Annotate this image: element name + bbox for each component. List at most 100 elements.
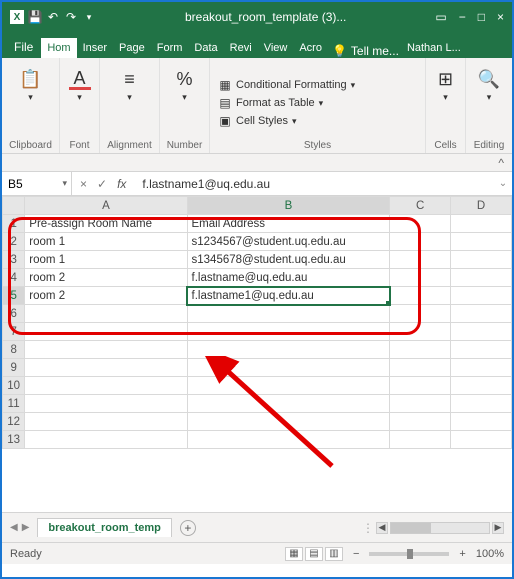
- cell[interactable]: room 1: [25, 233, 187, 251]
- sheet-nav[interactable]: ◀▶: [10, 522, 29, 533]
- tab-acrobat[interactable]: Acro: [293, 38, 328, 58]
- cell[interactable]: [451, 341, 512, 359]
- col-header-a[interactable]: A: [25, 197, 187, 215]
- cell[interactable]: [390, 323, 451, 341]
- tab-page-layout[interactable]: Page: [113, 38, 151, 58]
- zoom-in-button[interactable]: +: [459, 548, 465, 560]
- page-layout-view-icon[interactable]: ▤: [305, 547, 323, 561]
- cell[interactable]: [390, 287, 451, 305]
- row-header[interactable]: 4: [3, 269, 25, 287]
- row-header[interactable]: 9: [3, 359, 25, 377]
- number-button[interactable]: % ▾: [172, 68, 198, 103]
- col-header-d[interactable]: D: [451, 197, 512, 215]
- horizontal-scrollbar[interactable]: ⋮ ◀ ▶: [204, 521, 504, 535]
- tell-me[interactable]: 💡 Tell me...: [328, 44, 403, 58]
- row-header[interactable]: 3: [3, 251, 25, 269]
- tab-review[interactable]: Revi: [224, 38, 258, 58]
- scroll-thumb[interactable]: [391, 523, 431, 533]
- name-box-dropdown-icon[interactable]: ▾: [62, 178, 67, 189]
- cell[interactable]: [187, 377, 390, 395]
- cell[interactable]: [451, 359, 512, 377]
- ribbon-collapse[interactable]: ^: [2, 154, 512, 172]
- tab-home[interactable]: Hom: [41, 38, 76, 58]
- cell[interactable]: [390, 305, 451, 323]
- file-menu[interactable]: File: [6, 36, 41, 58]
- cell[interactable]: [451, 395, 512, 413]
- view-buttons[interactable]: ▦ ▤ ▥: [285, 547, 343, 561]
- fx-icon[interactable]: fx: [117, 177, 126, 191]
- cell[interactable]: [451, 233, 512, 251]
- cell[interactable]: [187, 431, 390, 449]
- font-button[interactable]: A ▾: [67, 68, 93, 103]
- cell[interactable]: [390, 233, 451, 251]
- cell[interactable]: [451, 377, 512, 395]
- cell[interactable]: room 1: [25, 251, 187, 269]
- row-header[interactable]: 8: [3, 341, 25, 359]
- editing-button[interactable]: 🔍 ▾: [476, 68, 502, 103]
- normal-view-icon[interactable]: ▦: [285, 547, 303, 561]
- formula-bar-expand-icon[interactable]: ⌄: [494, 178, 512, 189]
- scroll-track[interactable]: [390, 522, 490, 534]
- accept-formula-icon[interactable]: ✓: [97, 177, 107, 191]
- cell[interactable]: [390, 431, 451, 449]
- row-header[interactable]: 12: [3, 413, 25, 431]
- cell[interactable]: [451, 251, 512, 269]
- minimize-button[interactable]: −: [459, 10, 466, 24]
- alignment-button[interactable]: ≡ ▾: [117, 68, 143, 103]
- cell[interactable]: room 2: [25, 287, 187, 305]
- cell[interactable]: [187, 359, 390, 377]
- format-as-table-button[interactable]: ▤ Format as Table ▾: [218, 95, 323, 111]
- cell[interactable]: [390, 269, 451, 287]
- cell-styles-button[interactable]: ▣ Cell Styles ▾: [218, 113, 297, 129]
- row-header[interactable]: 11: [3, 395, 25, 413]
- cell[interactable]: [25, 395, 187, 413]
- select-all-corner[interactable]: [3, 197, 25, 215]
- col-header-b[interactable]: B: [187, 197, 390, 215]
- maximize-button[interactable]: □: [478, 10, 485, 24]
- cell[interactable]: [25, 305, 187, 323]
- cell[interactable]: [187, 323, 390, 341]
- cell[interactable]: [451, 413, 512, 431]
- close-button[interactable]: ×: [497, 10, 504, 24]
- cell[interactable]: [390, 251, 451, 269]
- cell[interactable]: [390, 395, 451, 413]
- row-header[interactable]: 13: [3, 431, 25, 449]
- conditional-formatting-button[interactable]: ▦ Conditional Formatting ▾: [218, 77, 355, 93]
- cell[interactable]: [390, 341, 451, 359]
- row-header[interactable]: 5: [3, 287, 25, 305]
- cell[interactable]: [451, 323, 512, 341]
- cell[interactable]: [451, 287, 512, 305]
- name-box[interactable]: B5 ▾: [2, 172, 72, 195]
- formula-input[interactable]: f.lastname1@uq.edu.au: [134, 177, 494, 191]
- account-name[interactable]: Nathan L...: [403, 38, 465, 58]
- cell[interactable]: [25, 323, 187, 341]
- row-header[interactable]: 6: [3, 305, 25, 323]
- cell[interactable]: s1345678@student.uq.edu.au: [187, 251, 390, 269]
- add-sheet-button[interactable]: +: [180, 520, 196, 536]
- cell[interactable]: [25, 431, 187, 449]
- cell[interactable]: s1234567@student.uq.edu.au: [187, 233, 390, 251]
- cancel-formula-icon[interactable]: ×: [80, 177, 87, 191]
- row-header[interactable]: 1: [3, 215, 25, 233]
- tab-insert[interactable]: Inser: [77, 38, 113, 58]
- cell[interactable]: Pre-assign Room Name: [25, 215, 187, 233]
- cell[interactable]: [25, 341, 187, 359]
- spreadsheet-grid[interactable]: A B C D 1Pre-assign Room NameEmail Addre…: [2, 196, 512, 449]
- save-icon[interactable]: 💾: [28, 10, 42, 24]
- cell[interactable]: [390, 215, 451, 233]
- zoom-slider[interactable]: [369, 552, 449, 556]
- row-header[interactable]: 7: [3, 323, 25, 341]
- redo-icon[interactable]: ↷: [64, 10, 78, 24]
- zoom-out-button[interactable]: −: [353, 548, 359, 560]
- cell[interactable]: [451, 305, 512, 323]
- cell[interactable]: f.lastname@uq.edu.au: [187, 269, 390, 287]
- row-header[interactable]: 10: [3, 377, 25, 395]
- undo-icon[interactable]: ↶: [46, 10, 60, 24]
- cell[interactable]: room 2: [25, 269, 187, 287]
- page-break-view-icon[interactable]: ▥: [325, 547, 343, 561]
- tab-view[interactable]: View: [258, 38, 294, 58]
- cell[interactable]: f.lastname1@uq.edu.au: [187, 287, 390, 305]
- cell[interactable]: Email Address: [187, 215, 390, 233]
- cell[interactable]: [187, 395, 390, 413]
- cell[interactable]: [390, 359, 451, 377]
